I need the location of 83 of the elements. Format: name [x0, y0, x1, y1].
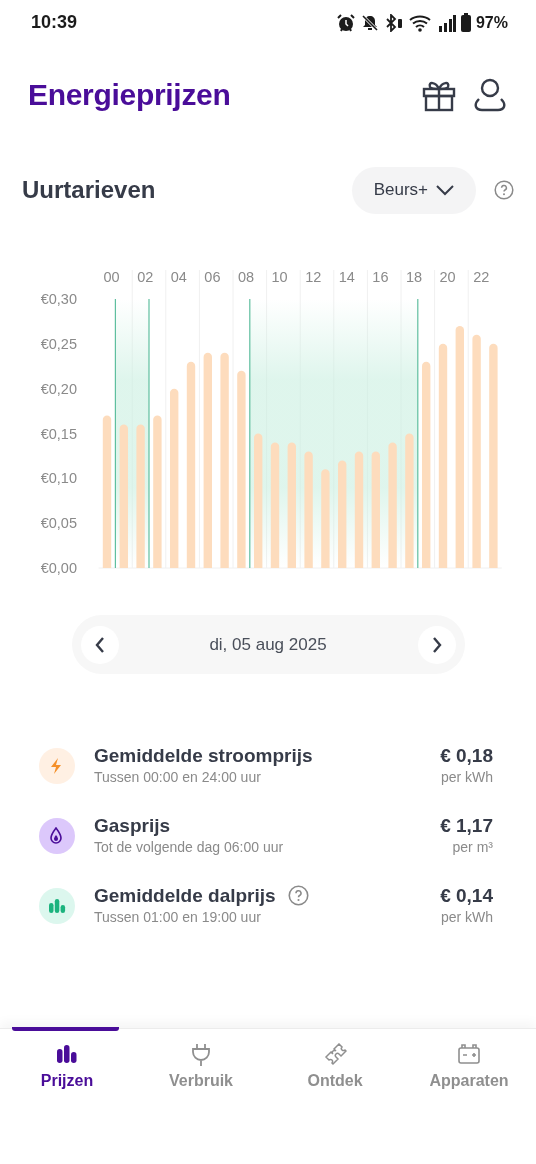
x-axis-label: 18 [405, 269, 423, 285]
price-bar[interactable] [405, 433, 414, 568]
help-icon[interactable] [494, 180, 514, 200]
x-axis-label: 14 [338, 269, 355, 285]
help-icon[interactable] [287, 885, 309, 906]
puzzle-icon [323, 1043, 347, 1067]
battery-icon [460, 13, 471, 32]
price-unit: per m³ [452, 838, 493, 858]
price-bar[interactable] [203, 352, 212, 568]
price-bar[interactable] [388, 442, 397, 568]
price-title: Gasprijs [94, 813, 171, 838]
app-title: Energieprijzen [28, 77, 231, 113]
price-bar[interactable] [321, 469, 330, 568]
price-bar[interactable] [170, 388, 179, 568]
battery-percentage: 97% [475, 12, 508, 33]
x-axis-label: 08 [237, 269, 255, 285]
price-bar[interactable] [254, 433, 263, 568]
nav-tab[interactable]: Verbruik [134, 1029, 268, 1093]
price-value: € 1,17 [440, 813, 493, 838]
x-axis-label: 22 [473, 269, 490, 285]
x-axis-label: 00 [103, 269, 120, 285]
previous-day-button[interactable] [80, 625, 119, 664]
signal-icon [437, 13, 456, 32]
price-value: € 0,18 [440, 743, 493, 768]
y-axis-label: €0,25 [40, 335, 77, 352]
price-value: € 0,14 [440, 883, 493, 908]
y-axis-label: €0,10 [40, 470, 77, 487]
price-bar[interactable] [489, 343, 498, 568]
price-bar[interactable] [422, 361, 431, 568]
price-bar[interactable] [472, 334, 481, 568]
price-bar[interactable] [338, 460, 347, 568]
y-axis-label: €0,30 [40, 291, 77, 307]
nav-tab[interactable]: Ontdek [268, 1029, 402, 1093]
price-bar[interactable] [371, 451, 380, 568]
price-title: Gemiddelde dalprijs [94, 883, 276, 908]
bell-off-icon [360, 13, 379, 32]
price-period: Tussen 01:00 en 19:00 uur [94, 908, 262, 928]
y-axis-label: €0,20 [40, 380, 77, 397]
x-axis-label: 20 [439, 269, 456, 285]
price-bar[interactable] [220, 352, 229, 568]
x-axis-label: 04 [170, 269, 187, 285]
price-bar[interactable] [455, 325, 464, 568]
price-bar[interactable] [287, 442, 296, 568]
price-period: Tot de volgende dag 06:00 uur [94, 838, 285, 858]
y-axis-label: €0,05 [40, 515, 77, 532]
x-axis-label: 02 [137, 269, 154, 285]
price-bar[interactable] [237, 370, 246, 568]
price-bar[interactable] [119, 424, 128, 568]
nav-tab[interactable]: Apparaten [402, 1029, 536, 1093]
chevron-left-icon [94, 636, 105, 653]
price-bar[interactable] [186, 361, 196, 568]
selected-date: di, 05 aug 2025 [209, 633, 327, 656]
plug-icon [189, 1043, 213, 1067]
clock-time: 10:39 [31, 11, 78, 34]
x-axis-label: 16 [372, 269, 389, 285]
x-axis-label: 12 [305, 269, 322, 285]
price-unit: per kWh [440, 768, 493, 788]
tariff-dropdown[interactable]: Beurs+ [351, 166, 476, 214]
price-title: Gemiddelde stroomprijs [94, 743, 313, 768]
wifi-icon [408, 13, 433, 32]
nav-tab[interactable]: Prijzen [0, 1029, 134, 1093]
chevron-down-icon [436, 184, 454, 196]
x-axis-label: 06 [204, 269, 221, 285]
alarm-icon [335, 12, 356, 33]
battery-icon [457, 1043, 481, 1067]
price-bar[interactable] [438, 343, 448, 568]
y-axis-label: €0,15 [40, 425, 77, 442]
y-axis-label: €0,00 [40, 560, 77, 576]
chevron-right-icon [431, 636, 442, 653]
price-bar[interactable] [354, 451, 364, 568]
price-bar[interactable] [270, 442, 280, 568]
x-axis-label: 10 [271, 269, 288, 285]
price-bar[interactable] [153, 415, 162, 568]
price-bar[interactable] [102, 415, 112, 568]
profile-icon[interactable] [474, 78, 506, 112]
price-period: Tussen 00:00 en 24:00 uur [94, 768, 262, 788]
price-unit: per kWh [440, 908, 493, 928]
bluetooth-icon [383, 13, 404, 32]
price-bar[interactable] [304, 451, 313, 568]
next-day-button[interactable] [417, 625, 456, 664]
bar-chart-icon [48, 897, 66, 915]
price-bar[interactable] [136, 424, 145, 568]
section-title: Uurtarieven [22, 175, 157, 205]
